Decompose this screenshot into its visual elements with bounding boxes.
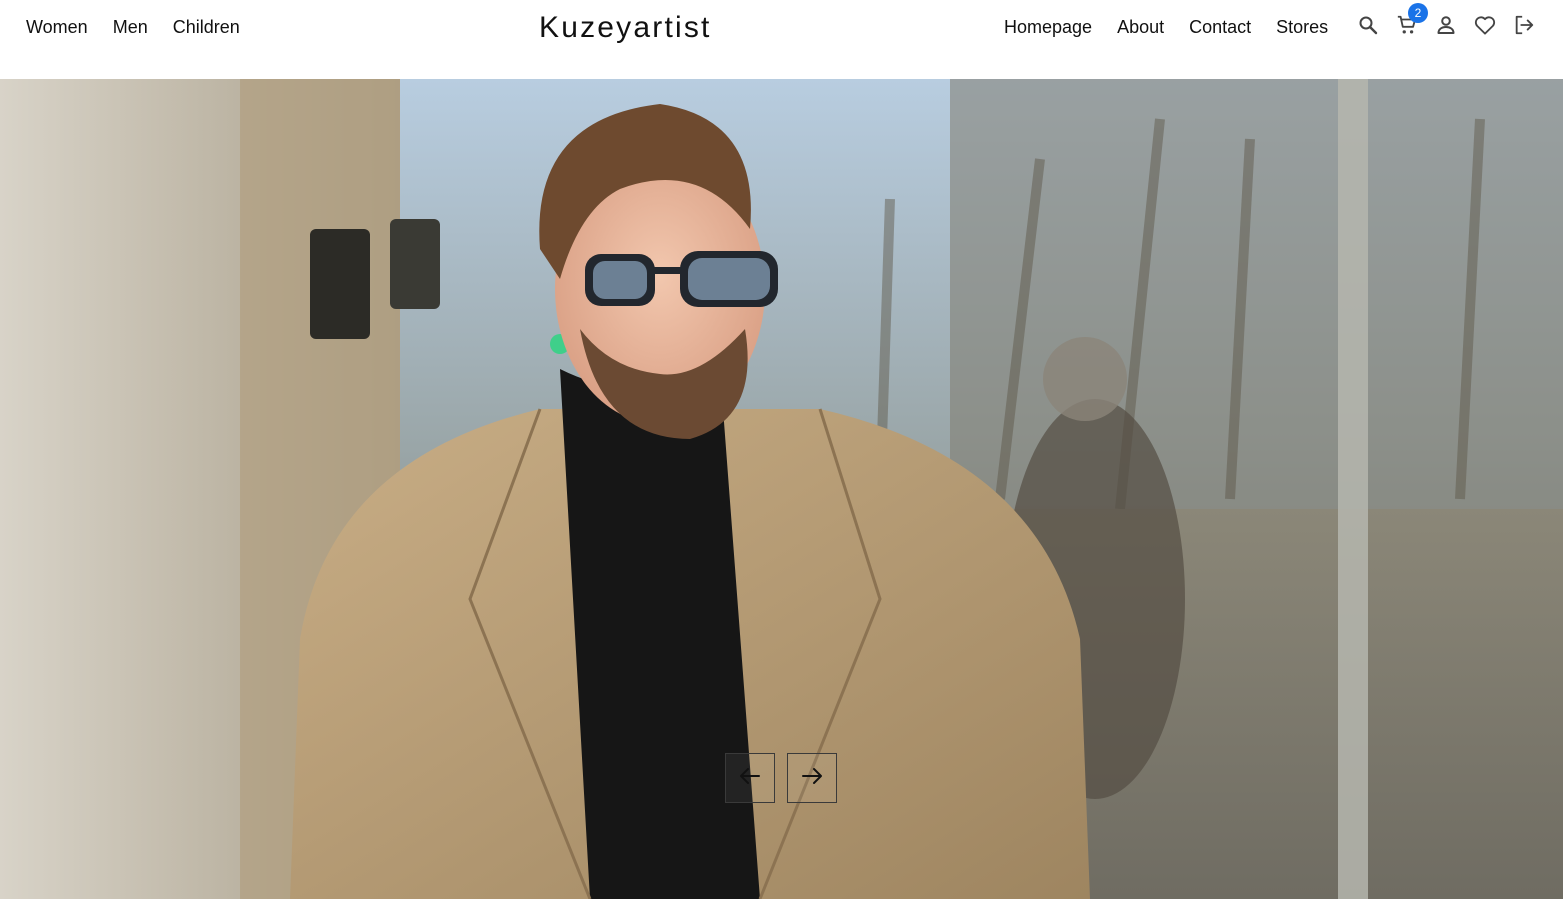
user-icon[interactable]: [1435, 13, 1457, 37]
heart-icon[interactable]: [1474, 13, 1496, 37]
hero-slider: [0, 79, 1563, 899]
slider-prev-button[interactable]: [725, 753, 775, 803]
nav-contact-link[interactable]: Contact: [1189, 16, 1251, 38]
nav-women-link[interactable]: Women: [26, 16, 88, 38]
category-nav: Women Men Children: [26, 16, 240, 38]
top-navbar: Women Men Children Kuzeyartist Homepage …: [0, 0, 1563, 79]
nav-icon-group: 2: [1357, 3, 1535, 37]
main-nav: Homepage About Contact Stores: [1004, 16, 1328, 38]
logout-icon[interactable]: [1513, 13, 1535, 37]
nav-men-link[interactable]: Men: [113, 16, 148, 38]
nav-about-link[interactable]: About: [1117, 16, 1164, 38]
hero-image: [0, 79, 1563, 899]
cart-count-badge: 2: [1408, 3, 1428, 23]
nav-homepage-link[interactable]: Homepage: [1004, 16, 1092, 38]
arrow-right-icon: [800, 764, 824, 793]
arrow-left-icon: [738, 764, 762, 793]
search-icon[interactable]: [1357, 13, 1379, 37]
slider-next-button[interactable]: [787, 753, 837, 803]
cart-icon[interactable]: 2: [1396, 3, 1428, 37]
brand-logo[interactable]: Kuzeyartist: [539, 11, 712, 45]
nav-stores-link[interactable]: Stores: [1276, 16, 1328, 38]
nav-children-link[interactable]: Children: [173, 16, 240, 38]
